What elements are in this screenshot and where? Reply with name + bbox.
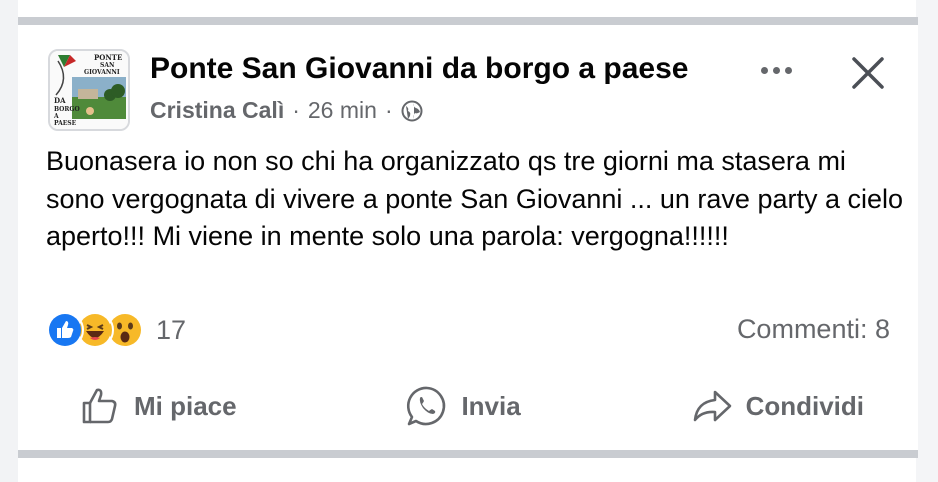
meta-separator: · xyxy=(292,97,300,123)
post-text: Buonasera io non so chi ha organizzato q… xyxy=(46,146,904,251)
like-label: Mi piace xyxy=(134,390,237,421)
like-button[interactable]: Mi piace xyxy=(46,381,269,431)
dot-icon xyxy=(784,66,792,74)
like-reaction-icon xyxy=(46,311,84,349)
send-button[interactable]: Invia xyxy=(373,381,552,431)
globe-icon xyxy=(401,100,423,121)
svg-text:SAN: SAN xyxy=(100,62,115,69)
group-logo: PONTE SAN GIOVANNI DA BORGO A PAESE xyxy=(50,51,128,129)
right-edge xyxy=(916,0,938,482)
group-avatar[interactable]: PONTE SAN GIOVANNI DA BORGO A PAESE xyxy=(48,49,130,131)
left-edge xyxy=(0,0,18,482)
svg-text:GIOVANNI: GIOVANNI xyxy=(84,69,120,76)
dot-icon xyxy=(772,66,780,74)
svg-text:BORGO: BORGO xyxy=(54,106,80,113)
group-name[interactable]: Ponte San Giovanni da borgo a paese xyxy=(150,52,688,86)
comments-count[interactable]: Commenti: 8 xyxy=(737,314,890,345)
action-bar: Mi piace Invia Condividi xyxy=(46,381,896,431)
share-icon xyxy=(693,390,731,422)
bottom-divider xyxy=(18,450,918,458)
reaction-count: 17 xyxy=(156,314,187,345)
meta-separator-2: · xyxy=(384,97,393,123)
post-time[interactable]: 26 min xyxy=(308,97,377,124)
thumbs-up-icon xyxy=(82,388,117,424)
post-card: PONTE SAN GIOVANNI DA BORGO A PAESE Pont… xyxy=(18,25,918,450)
close-button[interactable] xyxy=(846,51,890,95)
dot-icon xyxy=(760,66,768,74)
svg-text:PONTE: PONTE xyxy=(94,53,122,62)
whatsapp-icon xyxy=(407,386,446,426)
svg-text:A: A xyxy=(53,113,59,120)
reactions-summary[interactable]: 17 xyxy=(46,311,186,349)
post-meta: Cristina Calì · 26 min · xyxy=(150,97,423,124)
svg-text:DA: DA xyxy=(54,96,66,105)
share-label: Condividi xyxy=(745,390,864,421)
author-name[interactable]: Cristina Calì xyxy=(150,97,284,124)
svg-text:PAESE: PAESE xyxy=(54,120,77,127)
top-divider xyxy=(18,17,918,25)
close-icon xyxy=(852,57,884,89)
send-label: Invia xyxy=(461,390,521,421)
more-options-button[interactable] xyxy=(754,55,798,85)
share-button[interactable]: Condividi xyxy=(658,381,896,431)
